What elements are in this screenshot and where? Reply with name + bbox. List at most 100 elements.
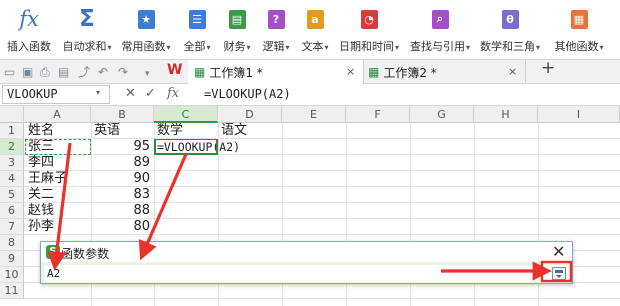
print-icon[interactable]: ▤ bbox=[58, 65, 69, 79]
star-icon-glyph: ★ bbox=[137, 9, 155, 29]
math-icon: θ bbox=[501, 6, 519, 32]
column-header-d[interactable]: D bbox=[218, 106, 282, 123]
new-tab-button[interactable]: + bbox=[541, 60, 555, 77]
column-header-b[interactable]: B bbox=[91, 106, 154, 123]
column-header-i[interactable]: I bbox=[538, 106, 620, 123]
cell-a4[interactable]: 王麻子 bbox=[28, 171, 91, 187]
cell-b6[interactable]: 88 bbox=[94, 203, 154, 219]
row-header-1[interactable]: 1 bbox=[0, 123, 24, 139]
finance-icon-glyph: ▤ bbox=[228, 9, 246, 29]
sum-icon: Σ bbox=[79, 6, 95, 32]
ribbon-label: 日期和时间 bbox=[338, 40, 394, 53]
row-header-10[interactable]: 10 bbox=[0, 267, 24, 283]
ribbon-label: 其他函数 bbox=[554, 40, 599, 53]
close-icon[interactable]: ✕ bbox=[552, 242, 565, 261]
export-icon[interactable]: ⤴ bbox=[78, 65, 90, 79]
ribbon-label: 逻辑 bbox=[262, 40, 285, 53]
ribbon-button-lookup[interactable]: ⌕ 查找与引用▾ bbox=[406, 2, 474, 56]
list-icon-glyph: ☰ bbox=[188, 9, 206, 29]
tab-workbook-2[interactable]: ▦ 工作簿2 * × bbox=[364, 60, 526, 84]
select-all-corner[interactable] bbox=[0, 106, 24, 123]
print-preview-icon[interactable]: ⎙ bbox=[40, 65, 50, 79]
name-box[interactable]: VLOOKUP bbox=[2, 85, 110, 104]
cell-c1[interactable]: 数学 bbox=[157, 123, 218, 139]
cancel-formula-icon[interactable]: ✕ bbox=[125, 86, 136, 101]
row-header-9[interactable]: 9 bbox=[0, 251, 24, 267]
cell-a1[interactable]: 姓名 bbox=[28, 123, 91, 139]
dialog-titlebar[interactable]: S 函数参数 ✕ bbox=[41, 242, 572, 262]
open-folder-icon[interactable]: ▭ bbox=[4, 65, 15, 79]
chevron-down-icon: ▾ bbox=[324, 43, 329, 52]
close-tab-icon[interactable]: × bbox=[508, 65, 517, 78]
row-header-11[interactable]: 11 bbox=[0, 283, 24, 299]
ribbon-button-text[interactable]: a 文本▾ bbox=[296, 2, 334, 56]
ribbon-label: 文本 bbox=[301, 40, 324, 53]
column-header-h[interactable]: H bbox=[474, 106, 538, 123]
undo-icon[interactable]: ↶ bbox=[98, 65, 108, 79]
star-icon: ★ bbox=[137, 6, 155, 32]
argument-input[interactable]: A2 bbox=[44, 265, 568, 282]
column-headers: ABCDEFGHI bbox=[0, 106, 620, 123]
ribbon-button-sum[interactable]: Σ 自动求和▾ bbox=[59, 2, 115, 56]
finance-icon: ▤ bbox=[228, 6, 246, 32]
row-header-2[interactable]: 2 bbox=[0, 139, 24, 155]
row-header-8[interactable]: 8 bbox=[0, 235, 24, 251]
close-tab-icon[interactable]: × bbox=[346, 65, 355, 78]
ribbon-button-clock[interactable]: ◔ 日期和时间▾ bbox=[335, 2, 403, 56]
ribbon-label: 插入函数 bbox=[7, 40, 51, 53]
text-icon-glyph: a bbox=[306, 9, 324, 29]
row-header-6[interactable]: 6 bbox=[0, 203, 24, 219]
spreadsheet-icon: ▦ bbox=[194, 65, 206, 79]
wps-logo-icon[interactable]: W bbox=[167, 63, 182, 77]
tab-label: 工作簿2 * bbox=[383, 65, 437, 80]
confirm-formula-icon[interactable]: ✓ bbox=[145, 86, 156, 101]
ribbon-button-fx[interactable]: fx 插入函数 bbox=[2, 2, 56, 56]
row-header-5[interactable]: 5 bbox=[0, 187, 24, 203]
ribbon-label: 数学和三角 bbox=[479, 40, 535, 53]
ribbon-button-finance[interactable]: ▤ 财务▾ bbox=[218, 2, 256, 56]
clock-icon-glyph: ◔ bbox=[360, 9, 378, 29]
tab-label: 工作簿1 * bbox=[209, 65, 263, 80]
dialog-title: 函数参数 bbox=[61, 247, 110, 261]
row-header-4[interactable]: 4 bbox=[0, 171, 24, 187]
name-box-dropdown-icon[interactable]: ▾ bbox=[96, 88, 100, 97]
expand-dialog-button[interactable] bbox=[552, 267, 566, 280]
clock-icon: ◔ bbox=[360, 6, 378, 32]
redo-icon[interactable]: ↷ bbox=[118, 65, 128, 79]
logic-icon: ? bbox=[267, 6, 285, 32]
cell-b3[interactable]: 89 bbox=[94, 155, 154, 171]
ribbon-button-other[interactable]: ▦ 其他函数▾ bbox=[547, 2, 611, 56]
column-header-c[interactable]: C bbox=[154, 106, 218, 123]
cell-b7[interactable]: 80 bbox=[94, 219, 154, 235]
tab-workbook-1[interactable]: ▦ 工作簿1 * × bbox=[188, 60, 364, 84]
cell-a3[interactable]: 李四 bbox=[28, 155, 91, 171]
ribbon-button-list[interactable]: ☰ 全部▾ bbox=[177, 2, 217, 56]
lookup-icon-glyph: ⌕ bbox=[431, 9, 449, 29]
insert-function-icon[interactable]: fx bbox=[167, 86, 179, 101]
grid-row-line bbox=[24, 298, 620, 299]
ribbon-button-logic[interactable]: ? 逻辑▾ bbox=[257, 2, 295, 56]
ribbon-button-math[interactable]: θ 数学和三角▾ bbox=[476, 2, 544, 56]
column-header-a[interactable]: A bbox=[24, 106, 91, 123]
column-header-f[interactable]: F bbox=[346, 106, 410, 123]
cell-b2[interactable]: 95 bbox=[94, 139, 154, 155]
active-cell-border bbox=[154, 139, 218, 155]
column-header-e[interactable]: E bbox=[282, 106, 346, 123]
column-header-g[interactable]: G bbox=[410, 106, 474, 123]
cell-b1[interactable]: 英语 bbox=[94, 123, 154, 139]
row-header-3[interactable]: 3 bbox=[0, 155, 24, 171]
formula-input[interactable]: =VLOOKUP(A2) bbox=[204, 87, 291, 101]
cell-d1[interactable]: 语文 bbox=[221, 123, 282, 139]
ribbon-button-star[interactable]: ★ 常用函数▾ bbox=[118, 2, 174, 56]
chevron-down-icon: ▾ bbox=[206, 43, 211, 52]
save-icon[interactable]: ▣ bbox=[22, 65, 33, 79]
ribbon-label: 全部 bbox=[183, 40, 206, 53]
cell-b4[interactable]: 90 bbox=[94, 171, 154, 187]
cell-a6[interactable]: 赵钱 bbox=[28, 203, 91, 219]
tab-bar: ▭ ▣ ⎙ ▤ ⤴ ↶ ↷ ▾ W ▦ 工作簿1 * × ▦ 工作簿2 * × … bbox=[0, 60, 620, 84]
row-header-7[interactable]: 7 bbox=[0, 219, 24, 235]
more-menu-icon[interactable]: ▾ bbox=[145, 67, 150, 81]
cell-b5[interactable]: 83 bbox=[94, 187, 154, 203]
cell-a5[interactable]: 关二 bbox=[28, 187, 91, 203]
cell-a7[interactable]: 孙李 bbox=[28, 219, 91, 235]
